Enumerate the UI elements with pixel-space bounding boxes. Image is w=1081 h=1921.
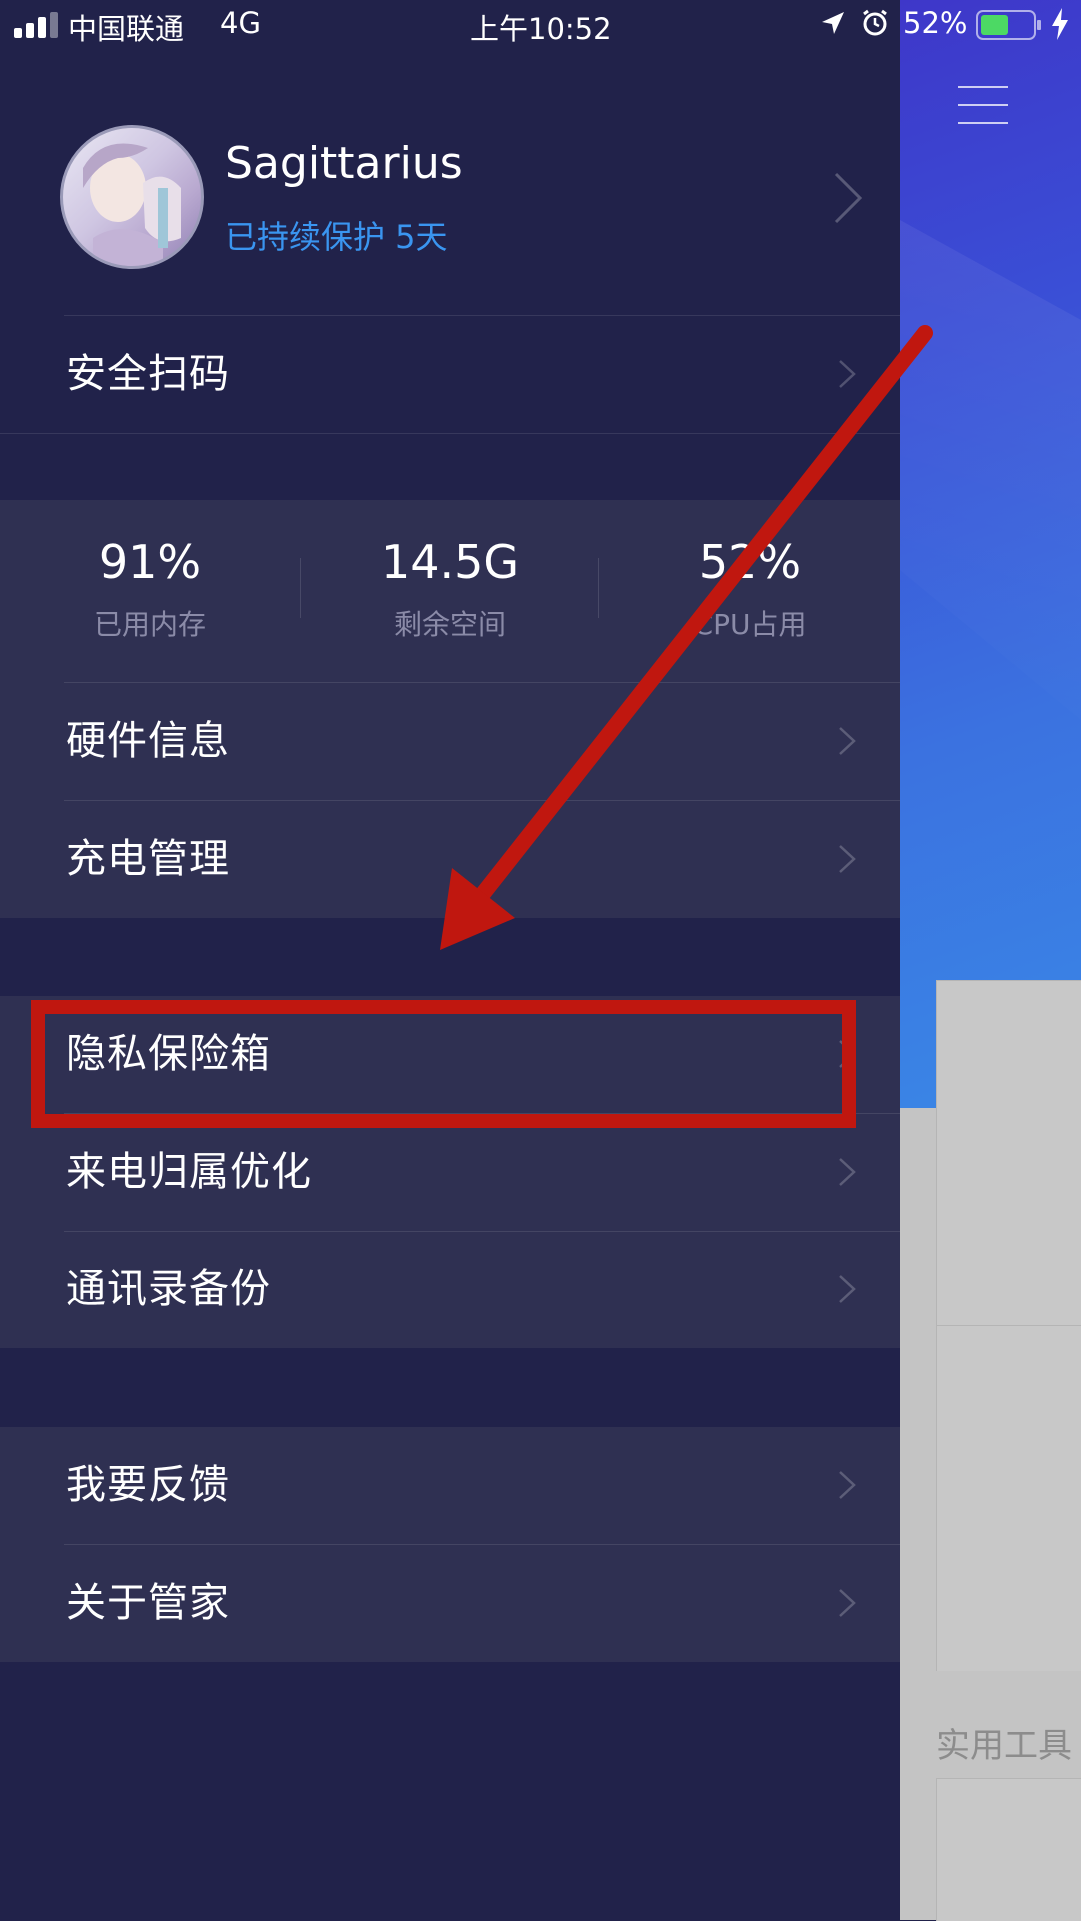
menu-item-label: 我要反馈 [66,1462,230,1508]
background-card [936,1325,1081,1671]
cpu-usage-label: CPU占用 [693,608,807,641]
background-card [936,980,1081,1326]
network-type: 4G [220,6,261,40]
menu-item-label: 关于管家 [66,1580,230,1626]
chevron-right-icon [839,1275,856,1303]
protection-status: 已持续保护 5天 [225,218,448,256]
menu-icon[interactable] [958,86,1008,124]
clock: 上午10:52 [470,12,612,46]
status-bar: 中国联通 4G 上午10:52 52% [0,0,1081,50]
chevron-right-icon [839,727,856,755]
menu-item-label: 硬件信息 [66,718,230,764]
menu-item-scan[interactable]: 安全扫码 [0,316,900,433]
avatar[interactable] [60,125,204,269]
carrier-name: 中国联通 [68,12,185,46]
menu-item-about[interactable]: 关于管家 [0,1545,900,1662]
menu-item-label: 通讯录备份 [66,1266,271,1312]
menu-item-feedback[interactable]: 我要反馈 [0,1427,900,1544]
background-card [936,1778,1081,1921]
storage-free-label: 剩余空间 [393,608,506,641]
highlight-box [31,1000,856,1128]
stat-divider [598,558,599,618]
chevron-right-icon [839,1471,856,1499]
signal-icon [14,12,58,38]
charging-icon [1052,8,1068,40]
background-tools-label: 实用工具 [936,1726,1072,1766]
divider [0,433,900,434]
chevron-right-icon [839,360,856,388]
profile-chevron-icon[interactable] [832,170,866,226]
chevron-right-icon [839,1589,856,1617]
battery-icon [976,10,1041,40]
username[interactable]: Sagittarius [225,138,463,189]
battery-percent: 52% [903,6,968,40]
storage-free-value: 14.5G [380,535,520,589]
menu-item-caller-location[interactable]: 来电归属优化 [0,1114,900,1231]
side-drawer: Sagittarius 已持续保护 5天 安全扫码 91% 已用内存 14.5G… [0,0,900,1920]
memory-used-label: 已用内存 [93,608,206,641]
menu-item-hardware[interactable]: 硬件信息 [0,683,900,800]
memory-used-value: 91% [98,535,202,589]
menu-item-label: 充电管理 [66,836,230,882]
menu-item-label: 来电归属优化 [66,1149,312,1195]
cpu-usage-value: 52% [698,535,802,589]
alarm-icon [863,9,887,36]
location-icon [822,12,844,34]
chevron-right-icon [839,1158,856,1186]
menu-item-charging[interactable]: 充电管理 [0,801,900,918]
menu-item-label: 安全扫码 [66,351,230,397]
chevron-right-icon [839,845,856,873]
menu-item-contacts-backup[interactable]: 通讯录备份 [0,1231,900,1348]
